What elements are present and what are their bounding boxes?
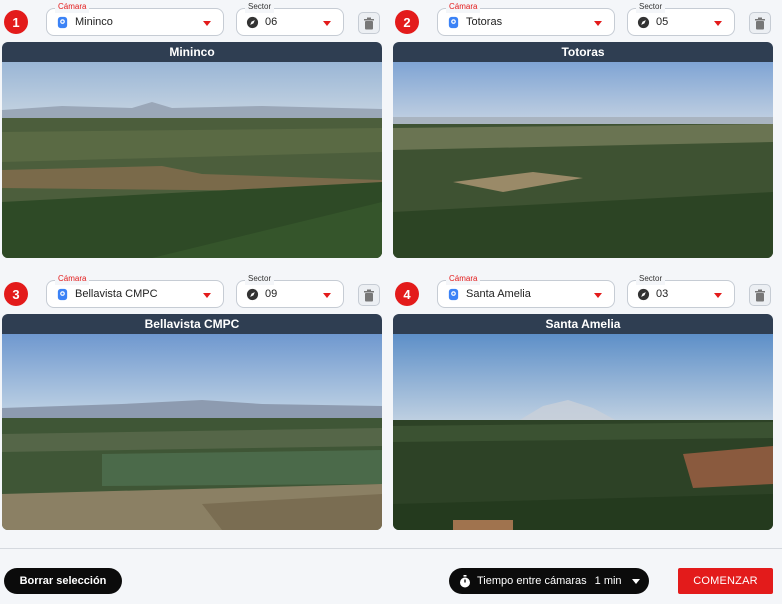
delete-button[interactable] [749, 12, 771, 34]
chevron-down-icon [323, 21, 331, 26]
camera-feed-image [2, 62, 382, 258]
interval-label: Tiempo entre cámaras [477, 575, 587, 587]
chevron-down-icon [631, 578, 640, 584]
chevron-down-icon [323, 293, 331, 298]
camera-grid-page: 1 Cámara Mininco Sector 06 Mininco 2 Cám… [0, 0, 782, 604]
camera-select-value: Santa Amelia [466, 288, 531, 300]
sector-select-label: Sector [636, 273, 666, 285]
camera-feed-image [393, 334, 773, 530]
camera-select-label: Cámara [446, 273, 481, 285]
interval-select[interactable]: Tiempo entre cámaras 1 min [449, 568, 649, 594]
camera-icon [448, 288, 459, 301]
chevron-down-icon [594, 21, 602, 26]
compass-icon [246, 16, 259, 29]
cell-number-badge: 3 [4, 282, 28, 306]
delete-button[interactable] [358, 284, 380, 306]
footer-divider [0, 548, 782, 549]
camera-select[interactable]: Cámara Bellavista CMPC [46, 273, 224, 308]
cell-number-badge: 4 [395, 282, 419, 306]
sector-select[interactable]: Sector 05 [627, 1, 735, 36]
camera-select[interactable]: Cámara Mininco [46, 1, 224, 36]
start-button[interactable]: COMENZAR [678, 568, 773, 594]
sector-select-label: Sector [245, 273, 275, 285]
camera-view[interactable]: Mininco [2, 42, 382, 258]
camera-feed-image [393, 62, 773, 258]
camera-feed-image [2, 334, 382, 530]
sector-select-value: 09 [265, 288, 278, 300]
cell-controls: 3 Cámara Bellavista CMPC Sector 09 [2, 272, 382, 308]
trash-icon [755, 289, 765, 301]
camera-view-title: Totoras [393, 42, 773, 62]
camera-view-title: Mininco [2, 42, 382, 62]
camera-view-title: Bellavista CMPC [2, 314, 382, 334]
chevron-down-icon [714, 293, 722, 298]
camera-view-title: Santa Amelia [393, 314, 773, 334]
sector-select-label: Sector [245, 1, 275, 13]
cell-controls: 4 Cámara Santa Amelia Sector 03 [393, 272, 773, 308]
chevron-down-icon [203, 293, 211, 298]
compass-icon [637, 288, 650, 301]
camera-select-value: Mininco [75, 16, 113, 28]
interval-value: 1 min [594, 575, 622, 587]
cell-controls: 2 Cámara Totoras Sector 05 [393, 0, 773, 36]
camera-select-label: Cámara [55, 1, 90, 13]
sector-select-value: 05 [656, 16, 669, 28]
camera-select-label: Cámara [55, 273, 90, 285]
compass-icon [246, 288, 259, 301]
chevron-down-icon [203, 21, 211, 26]
sector-select[interactable]: Sector 09 [236, 273, 344, 308]
camera-view[interactable]: Bellavista CMPC [2, 314, 382, 530]
clear-selection-button[interactable]: Borrar selección [4, 568, 122, 594]
camera-select-label: Cámara [446, 1, 481, 13]
delete-button[interactable] [749, 284, 771, 306]
sector-select-value: 03 [656, 288, 669, 300]
camera-select-value: Totoras [466, 16, 503, 28]
trash-icon [755, 17, 765, 29]
camera-view[interactable]: Totoras [393, 42, 773, 258]
sector-select-label: Sector [636, 1, 666, 13]
chevron-down-icon [714, 21, 722, 26]
camera-select[interactable]: Cámara Totoras [437, 1, 615, 36]
camera-view[interactable]: Santa Amelia [393, 314, 773, 530]
cell-number-badge: 1 [4, 10, 28, 34]
camera-icon [57, 288, 68, 301]
camera-icon [448, 16, 459, 29]
camera-select[interactable]: Cámara Santa Amelia [437, 273, 615, 308]
cell-controls: 1 Cámara Mininco Sector 06 [2, 0, 382, 36]
sector-select[interactable]: Sector 06 [236, 1, 344, 36]
delete-button[interactable] [358, 12, 380, 34]
chevron-down-icon [594, 293, 602, 298]
sector-select[interactable]: Sector 03 [627, 273, 735, 308]
stopwatch-icon [460, 574, 470, 587]
camera-select-value: Bellavista CMPC [75, 288, 158, 300]
cell-number-badge: 2 [395, 10, 419, 34]
trash-icon [364, 17, 374, 29]
sector-select-value: 06 [265, 16, 278, 28]
compass-icon [637, 16, 650, 29]
camera-icon [57, 16, 68, 29]
trash-icon [364, 289, 374, 301]
